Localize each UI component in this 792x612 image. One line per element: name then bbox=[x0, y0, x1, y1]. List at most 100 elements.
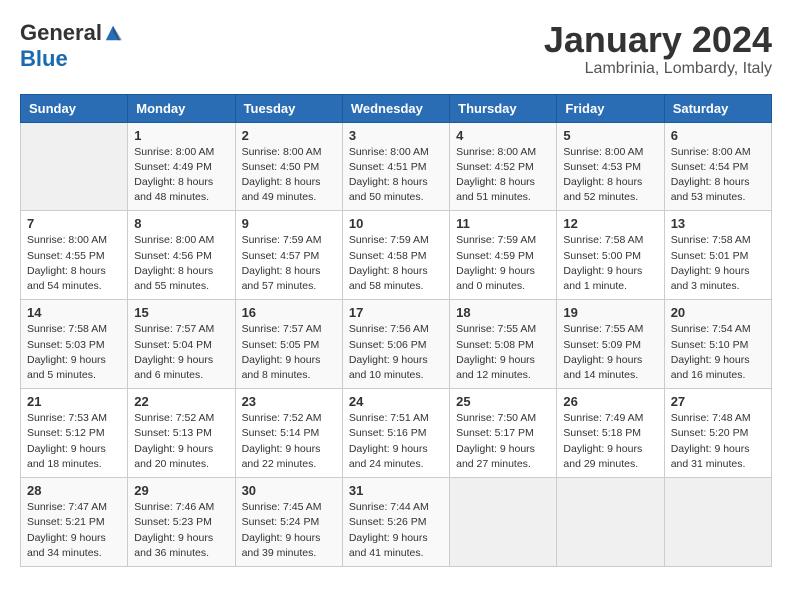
logo: General Blue bbox=[20, 20, 122, 72]
day-number: 14 bbox=[27, 305, 121, 320]
day-info: Sunrise: 7:44 AMSunset: 5:26 PMDaylight:… bbox=[349, 500, 443, 561]
table-row: 6 Sunrise: 8:00 AMSunset: 4:54 PMDaylight… bbox=[664, 122, 771, 211]
day-info: Sunrise: 7:52 AMSunset: 5:13 PMDaylight:… bbox=[134, 411, 228, 472]
table-row: 28Sunrise: 7:47 AMSunset: 5:21 PMDayligh… bbox=[21, 478, 128, 567]
day-info: Sunrise: 7:51 AMSunset: 5:16 PMDaylight:… bbox=[349, 411, 443, 472]
day-number: 28 bbox=[27, 483, 121, 498]
col-sunday: Sunday bbox=[21, 94, 128, 122]
day-number: 6 bbox=[671, 128, 765, 143]
day-info: Sunrise: 7:46 AMSunset: 5:23 PMDaylight:… bbox=[134, 500, 228, 561]
day-number: 1 bbox=[134, 128, 228, 143]
day-number: 25 bbox=[456, 394, 550, 409]
day-info: Sunrise: 8:00 AMSunset: 4:52 PMDaylight:… bbox=[456, 145, 550, 206]
day-info: Sunrise: 7:48 AMSunset: 5:20 PMDaylight:… bbox=[671, 411, 765, 472]
col-saturday: Saturday bbox=[664, 94, 771, 122]
table-row: 21 Sunrise: 7:53 AMSunset: 5:12 PMDayligh… bbox=[21, 389, 128, 478]
table-row: 15 Sunrise: 7:57 AMSunset: 5:04 PMDayligh… bbox=[128, 300, 235, 389]
day-info: Sunrise: 7:59 AMSunset: 4:59 PMDaylight:… bbox=[456, 233, 550, 294]
calendar-week-row: 28Sunrise: 7:47 AMSunset: 5:21 PMDayligh… bbox=[21, 478, 772, 567]
day-info: Sunrise: 7:45 AMSunset: 5:24 PMDaylight:… bbox=[242, 500, 336, 561]
col-wednesday: Wednesday bbox=[342, 94, 449, 122]
day-info: Sunrise: 8:00 AMSunset: 4:51 PMDaylight:… bbox=[349, 145, 443, 206]
day-number: 12 bbox=[563, 216, 657, 231]
table-row: 8 Sunrise: 8:00 AMSunset: 4:56 PMDaylight… bbox=[128, 211, 235, 300]
day-info: Sunrise: 7:55 AMSunset: 5:09 PMDaylight:… bbox=[563, 322, 657, 383]
day-number: 30 bbox=[242, 483, 336, 498]
day-info: Sunrise: 7:58 AMSunset: 5:00 PMDaylight:… bbox=[563, 233, 657, 294]
day-number: 21 bbox=[27, 394, 121, 409]
table-row bbox=[557, 478, 664, 567]
table-row: 31 Sunrise: 7:44 AMSunset: 5:26 PMDayligh… bbox=[342, 478, 449, 567]
table-row: 10Sunrise: 7:59 AMSunset: 4:58 PMDayligh… bbox=[342, 211, 449, 300]
day-number: 23 bbox=[242, 394, 336, 409]
table-row: 1 Sunrise: 8:00 AMSunset: 4:49 PMDaylight… bbox=[128, 122, 235, 211]
table-row: 9 Sunrise: 7:59 AMSunset: 4:57 PMDaylight… bbox=[235, 211, 342, 300]
table-row: 18 Sunrise: 7:55 AMSunset: 5:08 PMDayligh… bbox=[450, 300, 557, 389]
logo-icon bbox=[104, 24, 122, 42]
logo-blue: Blue bbox=[20, 46, 68, 72]
day-info: Sunrise: 8:00 AMSunset: 4:55 PMDaylight:… bbox=[27, 233, 121, 294]
day-number: 22 bbox=[134, 394, 228, 409]
table-row: 30 Sunrise: 7:45 AMSunset: 5:24 PMDayligh… bbox=[235, 478, 342, 567]
day-info: Sunrise: 7:53 AMSunset: 5:12 PMDaylight:… bbox=[27, 411, 121, 472]
day-info: Sunrise: 7:59 AMSunset: 4:57 PMDaylight:… bbox=[242, 233, 336, 294]
calendar-table: Sunday Monday Tuesday Wednesday Thursday… bbox=[20, 94, 772, 567]
table-row: 12 Sunrise: 7:58 AMSunset: 5:00 PMDayligh… bbox=[557, 211, 664, 300]
day-number: 13 bbox=[671, 216, 765, 231]
day-number: 29 bbox=[134, 483, 228, 498]
day-info: Sunrise: 7:57 AMSunset: 5:05 PMDaylight:… bbox=[242, 322, 336, 383]
day-number: 19 bbox=[563, 305, 657, 320]
table-row: 2 Sunrise: 8:00 AMSunset: 4:50 PMDaylight… bbox=[235, 122, 342, 211]
day-info: Sunrise: 7:59 AMSunset: 4:58 PMDaylight:… bbox=[349, 233, 443, 294]
day-info: Sunrise: 7:56 AMSunset: 5:06 PMDaylight:… bbox=[349, 322, 443, 383]
logo-general: General bbox=[20, 20, 102, 46]
col-monday: Monday bbox=[128, 94, 235, 122]
table-row: 26 Sunrise: 7:49 AMSunset: 5:18 PMDayligh… bbox=[557, 389, 664, 478]
day-number: 31 bbox=[349, 483, 443, 498]
day-info: Sunrise: 7:58 AMSunset: 5:01 PMDaylight:… bbox=[671, 233, 765, 294]
table-row: 19 Sunrise: 7:55 AMSunset: 5:09 PMDayligh… bbox=[557, 300, 664, 389]
day-number: 7 bbox=[27, 216, 121, 231]
calendar-week-row: 21 Sunrise: 7:53 AMSunset: 5:12 PMDayligh… bbox=[21, 389, 772, 478]
table-row: 24 Sunrise: 7:51 AMSunset: 5:16 PMDayligh… bbox=[342, 389, 449, 478]
day-info: Sunrise: 7:54 AMSunset: 5:10 PMDaylight:… bbox=[671, 322, 765, 383]
table-row: 13 Sunrise: 7:58 AMSunset: 5:01 PMDayligh… bbox=[664, 211, 771, 300]
day-info: Sunrise: 8:00 AMSunset: 4:49 PMDaylight:… bbox=[134, 145, 228, 206]
day-info: Sunrise: 7:49 AMSunset: 5:18 PMDaylight:… bbox=[563, 411, 657, 472]
day-info: Sunrise: 8:00 AMSunset: 4:56 PMDaylight:… bbox=[134, 233, 228, 294]
table-row: 22 Sunrise: 7:52 AMSunset: 5:13 PMDayligh… bbox=[128, 389, 235, 478]
col-tuesday: Tuesday bbox=[235, 94, 342, 122]
day-info: Sunrise: 7:50 AMSunset: 5:17 PMDaylight:… bbox=[456, 411, 550, 472]
day-info: Sunrise: 7:57 AMSunset: 5:04 PMDaylight:… bbox=[134, 322, 228, 383]
day-number: 3 bbox=[349, 128, 443, 143]
day-number: 9 bbox=[242, 216, 336, 231]
table-row: 7 Sunrise: 8:00 AMSunset: 4:55 PMDaylight… bbox=[21, 211, 128, 300]
day-number: 26 bbox=[563, 394, 657, 409]
table-row: 14Sunrise: 7:58 AMSunset: 5:03 PMDayligh… bbox=[21, 300, 128, 389]
day-number: 2 bbox=[242, 128, 336, 143]
table-row: 3 Sunrise: 8:00 AMSunset: 4:51 PMDaylight… bbox=[342, 122, 449, 211]
day-number: 15 bbox=[134, 305, 228, 320]
day-number: 8 bbox=[134, 216, 228, 231]
calendar-week-row: 1 Sunrise: 8:00 AMSunset: 4:49 PMDaylight… bbox=[21, 122, 772, 211]
day-info: Sunrise: 8:00 AMSunset: 4:53 PMDaylight:… bbox=[563, 145, 657, 206]
day-info: Sunrise: 7:55 AMSunset: 5:08 PMDaylight:… bbox=[456, 322, 550, 383]
table-row: 23 Sunrise: 7:52 AMSunset: 5:14 PMDayligh… bbox=[235, 389, 342, 478]
table-row bbox=[450, 478, 557, 567]
day-number: 20 bbox=[671, 305, 765, 320]
day-number: 5 bbox=[563, 128, 657, 143]
day-info: Sunrise: 8:00 AMSunset: 4:54 PMDaylight:… bbox=[671, 145, 765, 206]
calendar-week-row: 7 Sunrise: 8:00 AMSunset: 4:55 PMDaylight… bbox=[21, 211, 772, 300]
col-friday: Friday bbox=[557, 94, 664, 122]
day-info: Sunrise: 8:00 AMSunset: 4:50 PMDaylight:… bbox=[242, 145, 336, 206]
table-row: 17Sunrise: 7:56 AMSunset: 5:06 PMDayligh… bbox=[342, 300, 449, 389]
table-row: 20 Sunrise: 7:54 AMSunset: 5:10 PMDayligh… bbox=[664, 300, 771, 389]
month-title: January 2024 bbox=[544, 20, 772, 60]
day-number: 16 bbox=[242, 305, 336, 320]
table-row bbox=[21, 122, 128, 211]
table-row: 27Sunrise: 7:48 AMSunset: 5:20 PMDayligh… bbox=[664, 389, 771, 478]
page-header: General Blue January 2024 Lambrinia, Lom… bbox=[20, 20, 772, 78]
day-number: 24 bbox=[349, 394, 443, 409]
day-number: 18 bbox=[456, 305, 550, 320]
day-info: Sunrise: 7:52 AMSunset: 5:14 PMDaylight:… bbox=[242, 411, 336, 472]
